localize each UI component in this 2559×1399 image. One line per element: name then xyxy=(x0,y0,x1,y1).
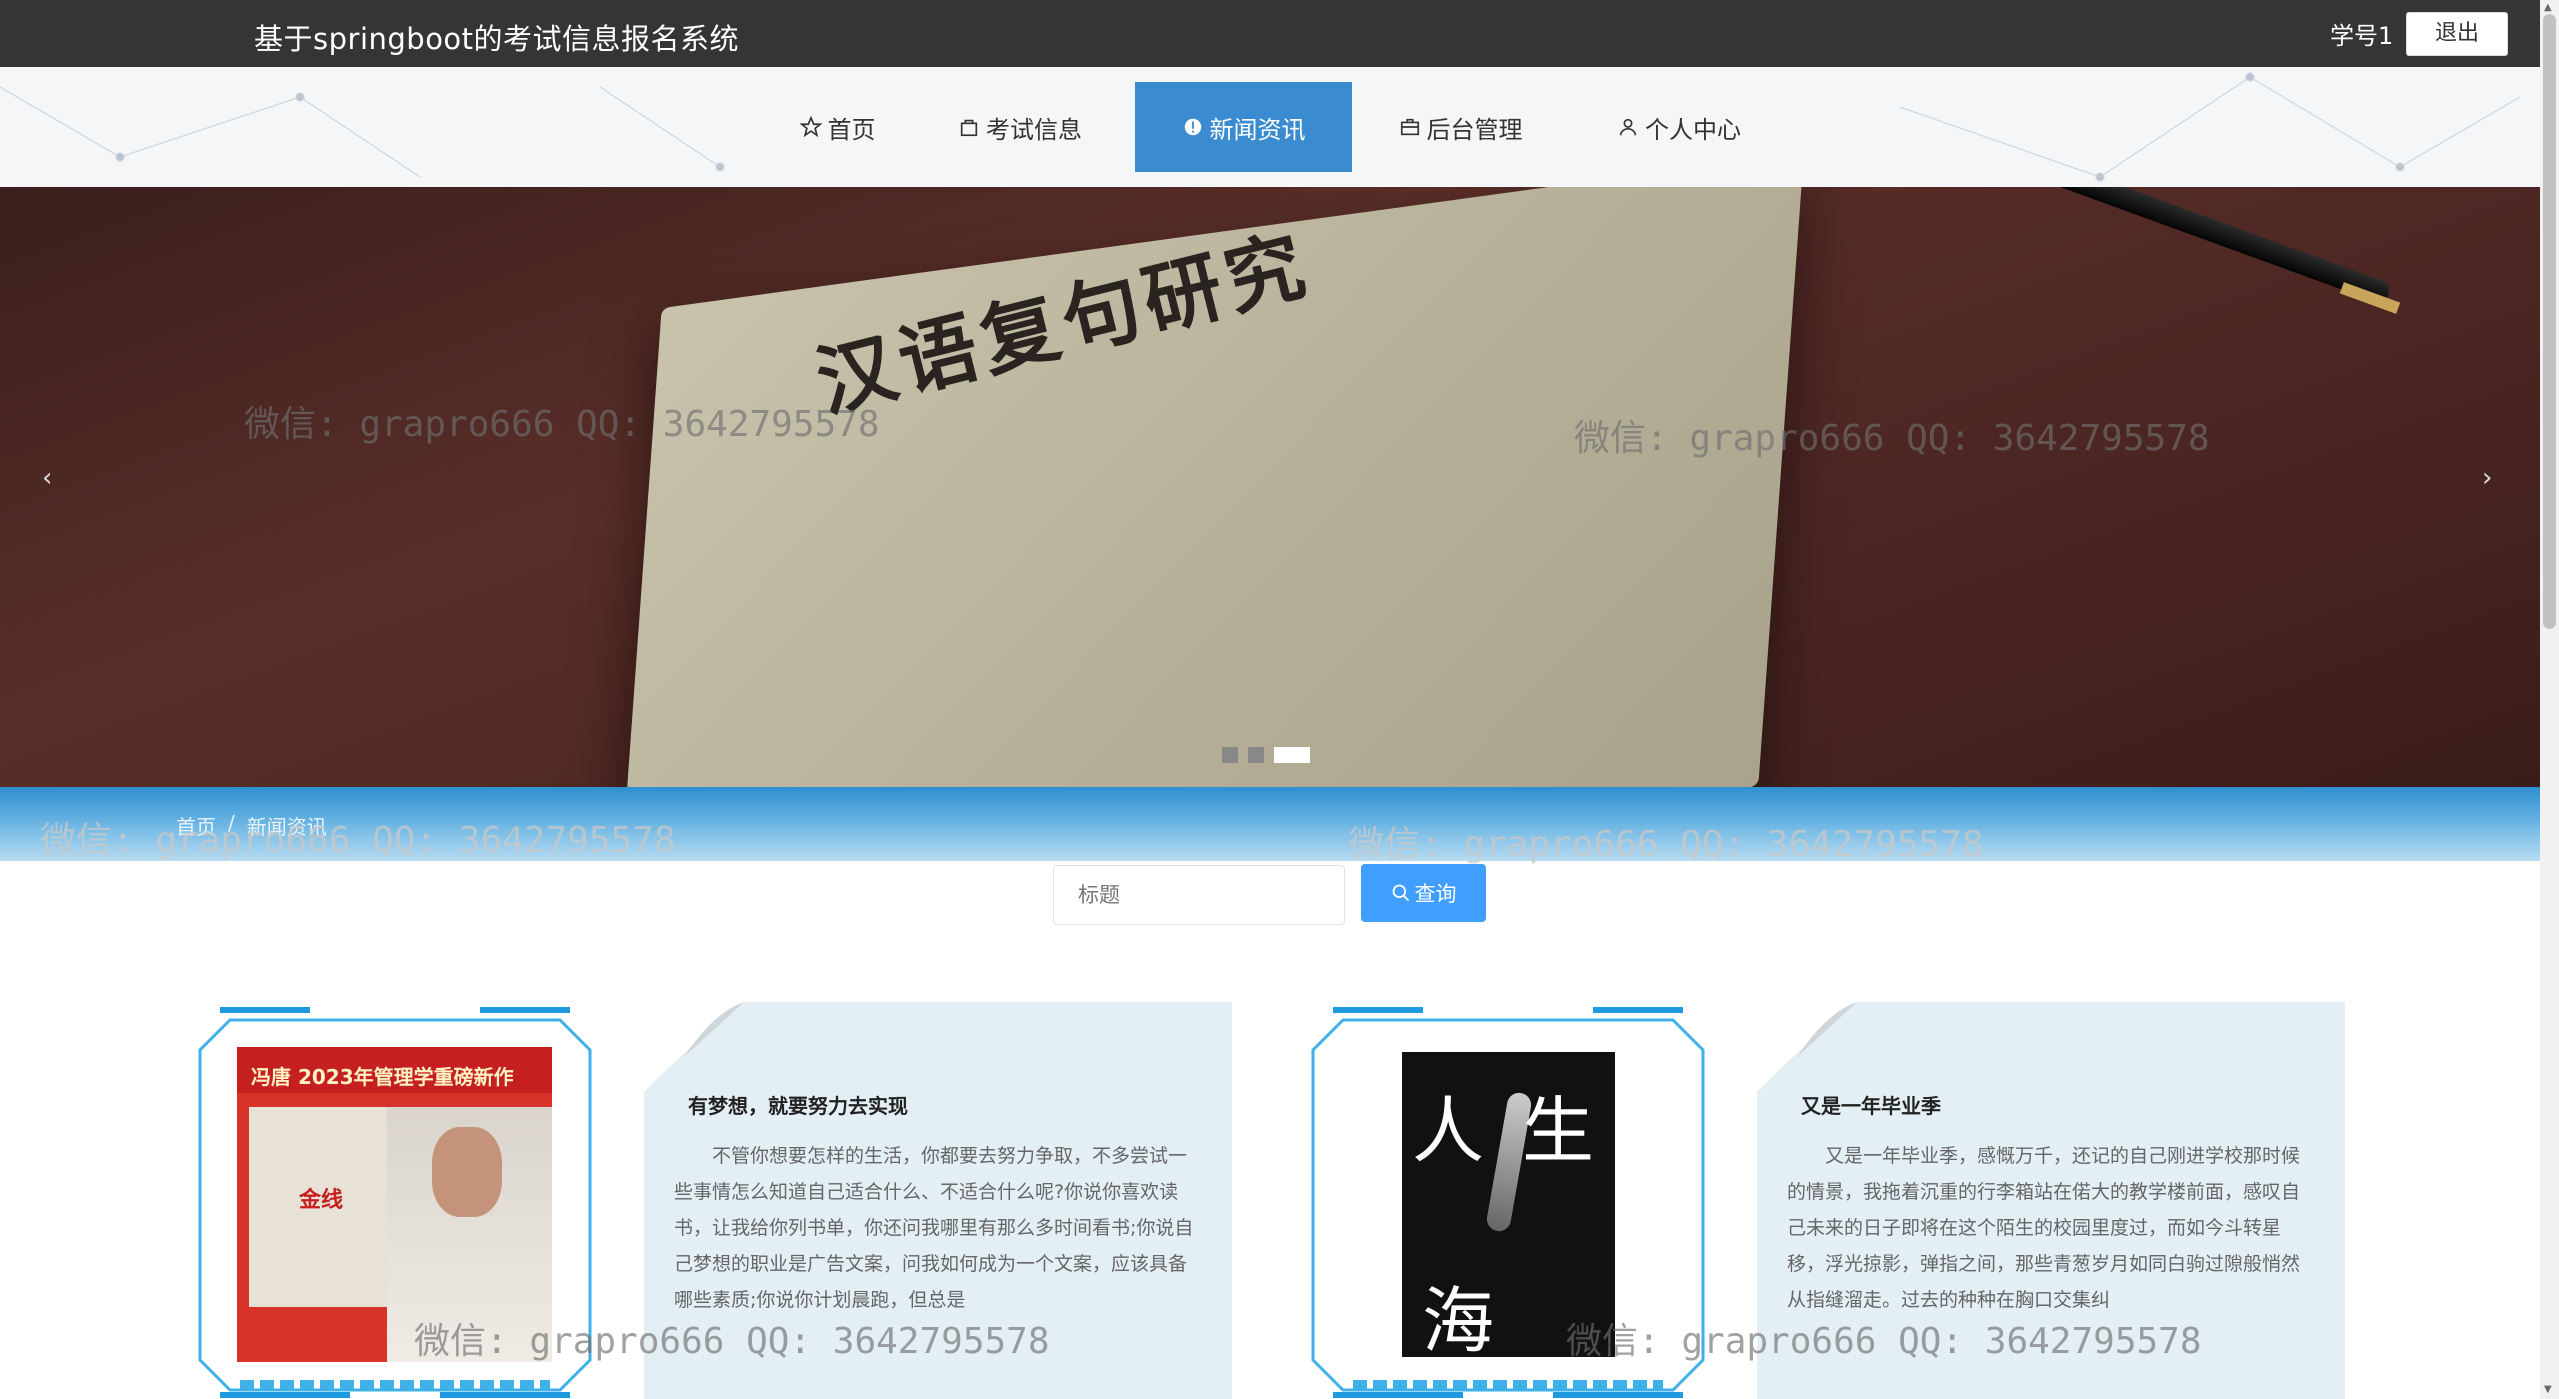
nav-item-news[interactable]: 新闻资讯 xyxy=(1135,82,1352,172)
scroll-thumb[interactable] xyxy=(2543,14,2556,629)
watermark: 微信: grapro666 QQ: 3642795578 xyxy=(40,820,676,861)
top-bar: 基于springboot的考试信息报名系统 学号1 退出 xyxy=(0,0,2540,67)
carousel-dot-active[interactable] xyxy=(1274,747,1310,763)
page: 基于springboot的考试信息报名系统 学号1 退出 首页 考试信息 新闻资… xyxy=(0,0,2559,1399)
cover-book-title: 金线 xyxy=(299,1188,344,1213)
nav-item-home[interactable]: 首页 xyxy=(770,82,905,172)
search-input[interactable] xyxy=(1053,865,1345,925)
nav-item-label: 个人中心 xyxy=(1645,115,1741,144)
site-title: 基于springboot的考试信息报名系统 xyxy=(254,22,740,56)
watermark: 微信: grapro666 QQ: 3642795578 xyxy=(1566,1321,2202,1362)
cover-char: 人 xyxy=(1412,1089,1485,1173)
search-icon xyxy=(1392,884,1409,902)
news-title[interactable]: 又是一年毕业季 xyxy=(1801,1090,1941,1119)
watermark: 微信: grapro666 QQ: 3642795578 xyxy=(1348,824,1984,865)
search-button-label: 查询 xyxy=(1414,882,1457,906)
carousel-indicators xyxy=(1222,747,1310,763)
nav-item-label: 首页 xyxy=(827,115,876,144)
news-summary: 又是一年毕业季，感慨万千，还记的自己刚进学校那时候的情景，我拖着沉重的行李箱站在… xyxy=(1787,1145,2301,1311)
bag-icon xyxy=(960,119,978,137)
user-icon xyxy=(1619,118,1637,136)
nav-item-exam-info[interactable]: 考试信息 xyxy=(905,82,1135,172)
cover-char: 海 xyxy=(1422,1279,1495,1357)
briefcase-icon xyxy=(1400,118,1419,136)
nav-item-profile[interactable]: 个人中心 xyxy=(1569,82,1789,172)
page-scrollbar[interactable]: ▲ ▼ xyxy=(2540,0,2559,1399)
carousel-dot[interactable] xyxy=(1222,747,1238,763)
star-icon xyxy=(799,116,822,138)
nav-item-label: 考试信息 xyxy=(986,115,1082,144)
search-button[interactable]: 查询 xyxy=(1361,864,1486,922)
page-curl-icon xyxy=(644,1002,744,1092)
info-icon xyxy=(1184,118,1201,136)
nav-item-label: 后台管理 xyxy=(1426,115,1523,144)
nav-item-label: 新闻资讯 xyxy=(1209,115,1306,144)
breadcrumb-band: 首页 / 新闻资讯 微信: grapro666 QQ: 3642795578 微… xyxy=(0,787,2540,865)
scroll-up-icon[interactable]: ▲ xyxy=(2544,2,2552,13)
carousel-prev-arrow[interactable]: ‹ xyxy=(42,463,52,493)
watermark: 微信: grapro666 QQ: 3642795578 xyxy=(1574,418,2210,459)
main-nav: 首页 考试信息 新闻资讯 后台管理 个人中心 xyxy=(0,67,2540,187)
banner-carousel[interactable]: 汉语复句研究 ‹ › 微信: grapro666 QQ: 3642795578 … xyxy=(0,187,2540,787)
news-summary: 不管你想要怎样的生活，你都要去努力争取，不多尝试一些事情怎么知道自己适合什么、不… xyxy=(674,1145,1194,1311)
news-title[interactable]: 有梦想，就要努力去实现 xyxy=(688,1090,908,1119)
page-curl-icon xyxy=(1757,1002,1857,1092)
banner-pen-image xyxy=(2017,187,2393,306)
cover-tag: 冯唐 2023年管理学重磅新作 xyxy=(251,1065,514,1089)
cover-char: 生 xyxy=(1522,1089,1595,1173)
carousel-next-arrow[interactable]: › xyxy=(2482,463,2492,493)
watermark: 微信: grapro666 QQ: 3642795578 xyxy=(244,404,880,445)
watermark: 微信: grapro666 QQ: 3642795578 xyxy=(414,1321,1050,1362)
logout-button[interactable]: 退出 xyxy=(2406,12,2508,56)
user-name[interactable]: 学号1 xyxy=(2330,16,2393,51)
nav-item-admin[interactable]: 后台管理 xyxy=(1352,82,1569,172)
carousel-dot[interactable] xyxy=(1248,747,1264,763)
scroll-down-icon[interactable]: ▼ xyxy=(2544,1384,2552,1395)
